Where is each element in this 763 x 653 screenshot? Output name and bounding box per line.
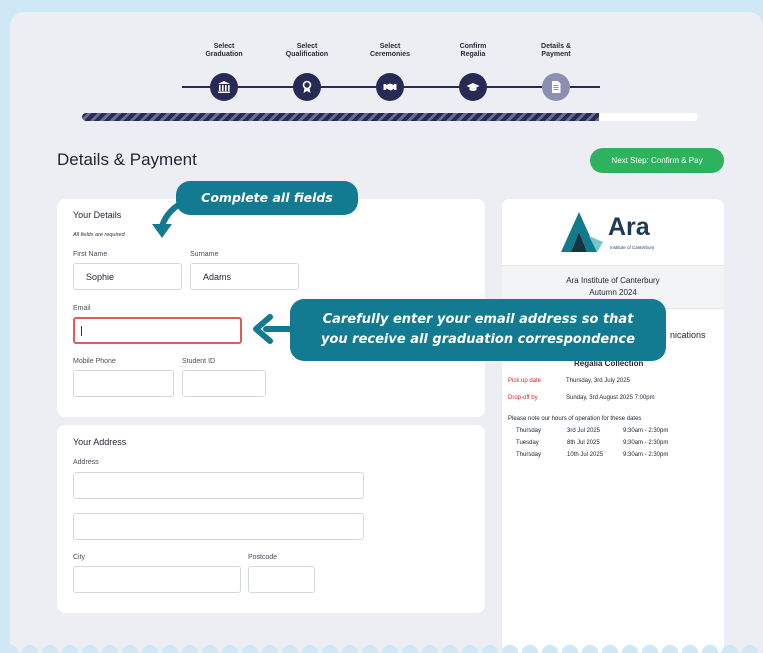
student-id-field[interactable] <box>182 370 266 397</box>
details-title: Your Details <box>73 210 122 220</box>
step-label-payment: Details & Payment <box>541 43 571 58</box>
step-select-ceremonies[interactable] <box>376 73 404 101</box>
step-label-ceremonies: Select Ceremonies <box>369 43 411 58</box>
first-name-label: First Name <box>73 251 108 258</box>
complete-fields-callout: Complete all fields <box>176 181 358 215</box>
step-label-graduation: Select Graduation <box>205 43 243 58</box>
pickup-label: Pick up date <box>508 378 542 384</box>
city-label: City <box>73 554 86 561</box>
step-select-graduation[interactable] <box>210 73 238 101</box>
first-name-field[interactable]: Sophie <box>73 263 182 290</box>
page-title: Details & Payment <box>57 150 197 169</box>
ara-logo-text: Ara <box>608 213 650 241</box>
hours-day-2: Tuesday <box>516 440 539 446</box>
email-callout: Carefully enter your email address so th… <box>290 299 666 361</box>
term-name: Autumn 2024 <box>589 288 637 297</box>
hours-day-1: Thursday <box>516 428 542 434</box>
hours-day-3: Thursday <box>516 452 542 458</box>
student-id-label: Student ID <box>182 358 216 365</box>
hours-time-3: 9:30am - 2:30pm <box>623 452 669 458</box>
required-note: All fields are required <box>73 232 125 238</box>
address-label: Address <box>73 459 99 466</box>
email-label: Email <box>73 305 91 312</box>
institution-name: Ara Institute of Canterbury <box>566 276 660 285</box>
address-card: Your Address Address City Postcode <box>57 425 485 613</box>
graduation-cap-icon <box>466 83 480 91</box>
callout-arrow-down-left-icon <box>152 197 191 238</box>
hours-time-2: 9:30am - 2:30pm <box>623 440 669 446</box>
step-select-qualification[interactable] <box>293 73 321 101</box>
communications-heading: nications <box>670 330 706 340</box>
surname-label: Surname <box>190 251 219 258</box>
city-field[interactable] <box>73 566 241 593</box>
handshake-icon <box>383 83 397 91</box>
ara-logo-subtext: Institute of Canterbury <box>610 245 655 250</box>
pickup-value: Thursday, 3rd July 2025 <box>566 378 630 384</box>
dropoff-label: Drop-off by <box>508 395 538 401</box>
hours-date-3: 10th Jul 2025 <box>567 452 604 458</box>
hours-note: Please note our hours of operation for t… <box>508 416 642 422</box>
email-callout-line-2: you receive all graduation correspondenc… <box>320 332 636 347</box>
address-title: Your Address <box>73 437 127 447</box>
next-step-button[interactable]: Next Step: Confirm & Pay <box>590 148 724 173</box>
surname-field[interactable]: Adams <box>190 263 299 290</box>
address-line-1-field[interactable] <box>73 472 364 499</box>
address-line-2-field[interactable] <box>73 513 364 540</box>
summary-card: Ara Institute of Canterbury Ara Institut… <box>502 199 724 653</box>
surname-value: Adams <box>203 271 232 282</box>
hours-date-2: 8th Jul 2025 <box>567 440 600 446</box>
mobile-phone-label: Mobile Phone <box>73 358 116 365</box>
postcode-field[interactable] <box>248 566 315 593</box>
hours-time-1: 9:30am - 2:30pm <box>623 428 669 434</box>
mobile-phone-field[interactable] <box>73 370 174 397</box>
hours-date-1: 3rd Jul 2025 <box>567 428 601 434</box>
step-confirm-regalia[interactable] <box>459 73 487 101</box>
text-caret <box>81 325 82 336</box>
progress-bar-fill <box>82 113 600 121</box>
progress-bar <box>82 113 698 121</box>
decorative-wave-border <box>0 639 763 653</box>
step-details-payment[interactable] <box>542 73 570 101</box>
summary-logo-area: Ara Institute of Canterbury <box>502 199 724 265</box>
institution-icon <box>218 81 230 93</box>
first-name-value: Sophie <box>86 271 115 282</box>
award-ribbon-icon <box>302 80 312 93</box>
email-callout-line-1: Carefully enter your email address so th… <box>322 312 634 327</box>
dropoff-value: Sunday, 3rd August 2025 7:00pm <box>566 395 655 401</box>
email-field[interactable] <box>73 317 242 344</box>
step-label-regalia: Confirm Regalia <box>459 43 487 58</box>
document-icon <box>552 81 561 93</box>
ara-logo-mark <box>561 212 603 252</box>
postcode-label: Postcode <box>248 554 278 561</box>
step-label-qualification: Select Qualification <box>285 43 329 58</box>
callout-arrow-left-icon <box>253 314 298 344</box>
